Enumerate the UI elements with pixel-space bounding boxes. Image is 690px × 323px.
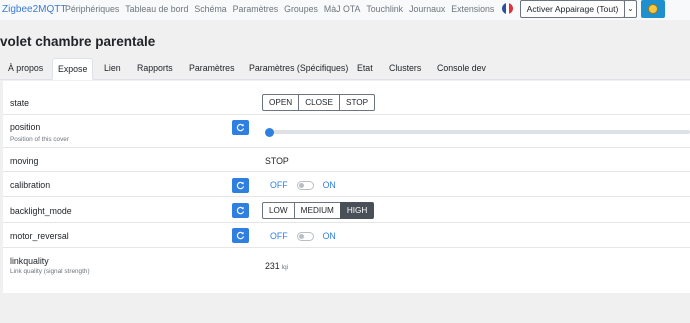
toggle-off-label[interactable]: OFF	[270, 180, 288, 190]
refresh-icon	[236, 123, 245, 132]
refresh-icon	[236, 181, 245, 190]
state-open-button[interactable]: OPEN	[262, 94, 300, 111]
expose-label: state	[10, 98, 30, 108]
motor-reversal-switch[interactable]	[296, 231, 314, 241]
expose-label: linkquality	[10, 256, 49, 266]
expose-label: position	[10, 122, 41, 132]
tab-settings[interactable]: Paramètres	[184, 58, 239, 80]
expose-row-backlight-mode: backlight_mode LOW MEDIUM HIGH	[3, 197, 690, 223]
backlight-mode-button-group: LOW MEDIUM HIGH	[262, 202, 375, 219]
position-refresh-button[interactable]	[232, 120, 249, 135]
nav-link-map[interactable]: Schéma	[194, 4, 226, 14]
toggle-off-label[interactable]: OFF	[270, 231, 288, 241]
expose-description: Position of this cover	[10, 136, 69, 143]
tab-clusters[interactable]: Clusters	[384, 58, 426, 80]
refresh-icon	[236, 231, 245, 240]
expose-label: motor_reversal	[10, 231, 69, 241]
nav-link-settings[interactable]: Paramètres	[233, 4, 278, 14]
state-stop-button[interactable]: STOP	[338, 94, 376, 111]
permit-join-button[interactable]: Activer Appairage (Tout)	[520, 0, 625, 18]
theme-toggle-button[interactable]	[641, 0, 665, 18]
linkquality-number: 231	[265, 261, 280, 271]
navbar: Zigbee2MQTT Périphériques Tableau de bor…	[0, 0, 690, 20]
smiley-icon	[648, 4, 658, 14]
backlight-mode-refresh-button[interactable]	[232, 203, 249, 218]
motor-reversal-refresh-button[interactable]	[232, 228, 249, 243]
backlight-medium-button[interactable]: MEDIUM	[293, 202, 341, 219]
calibration-switch[interactable]	[296, 180, 314, 190]
expose-row-motor-reversal: motor_reversal OFF ON	[3, 223, 690, 248]
nav-link-ota[interactable]: MàJ OTA	[324, 4, 361, 14]
nav-link-groups[interactable]: Groupes	[284, 4, 318, 14]
moving-value: STOP	[265, 156, 289, 166]
french-flag-icon[interactable]	[502, 3, 513, 14]
expose-row-linkquality: linkquality Link quality (signal strengt…	[3, 248, 690, 281]
expose-label: calibration	[10, 180, 51, 190]
tab-bind[interactable]: Lien	[99, 58, 126, 80]
tab-dev-console[interactable]: Console dev	[432, 58, 491, 80]
nav-link-devices[interactable]: Périphériques	[65, 4, 119, 14]
expose-label: moving	[10, 156, 39, 166]
expose-label: backlight_mode	[10, 206, 72, 216]
tab-settings-specific[interactable]: Paramètres (Spécifiques)	[244, 58, 353, 80]
state-close-button[interactable]: CLOSE	[298, 94, 340, 111]
backlight-low-button[interactable]: LOW	[262, 202, 295, 219]
linkquality-value: 231 lqi	[265, 261, 288, 271]
tab-state[interactable]: Etat	[352, 58, 378, 80]
expose-row-moving: moving STOP	[3, 148, 690, 172]
expose-row-state: state OPEN CLOSE STOP	[3, 81, 690, 115]
brand-link[interactable]: Zigbee2MQTT	[2, 4, 66, 15]
nav-link-logs[interactable]: Journaux	[409, 4, 445, 14]
linkquality-unit: lqi	[281, 264, 289, 271]
page-title: volet chambre parentale	[0, 34, 156, 49]
tab-reporting[interactable]: Rapports	[132, 58, 178, 80]
motor-reversal-toggle: OFF ON	[270, 231, 336, 241]
calibration-refresh-button[interactable]	[232, 178, 249, 193]
tab-expose[interactable]: Expose	[52, 58, 94, 80]
nav-link-touchlink[interactable]: Touchlink	[366, 4, 403, 14]
calibration-toggle: OFF ON	[270, 180, 336, 190]
nav-link-extensions[interactable]: Extensions	[451, 4, 494, 14]
refresh-icon	[236, 206, 245, 215]
position-slider-handle[interactable]	[265, 128, 274, 137]
permit-join-dropdown-toggle[interactable]: ⌄	[624, 0, 637, 18]
position-slider-track[interactable]	[266, 130, 690, 134]
expose-row-position: position Position of this cover	[3, 115, 690, 148]
toggle-on-label[interactable]: ON	[323, 231, 336, 241]
expose-description: Link quality (signal strength)	[10, 268, 90, 275]
toggle-on-label[interactable]: ON	[323, 180, 336, 190]
expose-row-calibration: calibration OFF ON	[3, 172, 690, 197]
nav-links: Périphériques Tableau de bord Schéma Par…	[65, 4, 494, 14]
nav-link-dashboard[interactable]: Tableau de bord	[125, 4, 188, 14]
state-button-group: OPEN CLOSE STOP	[262, 94, 376, 111]
tab-about[interactable]: À propos	[3, 58, 48, 80]
backlight-high-button[interactable]: HIGH	[339, 202, 375, 219]
expose-panel: state OPEN CLOSE STOP position Position …	[3, 81, 690, 293]
device-tabs: À propos Expose Lien Rapports Paramètres…	[0, 58, 690, 80]
